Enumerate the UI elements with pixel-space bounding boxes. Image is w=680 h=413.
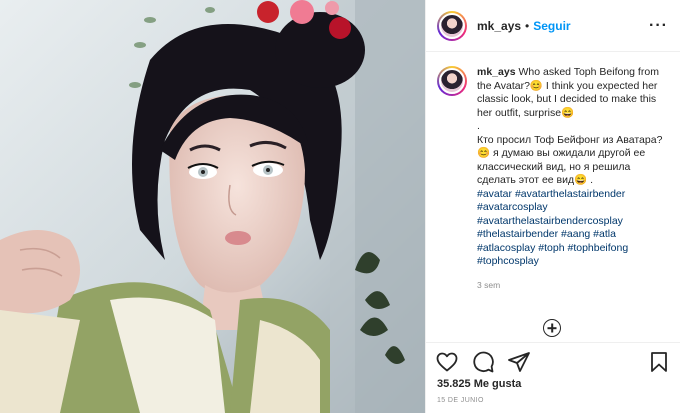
- hashtag-line[interactable]: #tophcosplay: [477, 255, 667, 269]
- caption-block: mk_ays Who asked Toph Beifong from the A…: [426, 52, 680, 292]
- plus-circle-icon[interactable]: [543, 319, 561, 337]
- post-header: mk_ays • Seguir ···: [426, 0, 680, 52]
- caption-avatar[interactable]: [437, 66, 467, 96]
- hashtag-line[interactable]: #atlacosplay #toph #tophbeifong: [477, 242, 667, 256]
- caption-text: mk_ays Who asked Toph Beifong from the A…: [477, 66, 667, 292]
- hashtag-line[interactable]: #avatar #avatarthelastairbender: [477, 188, 667, 202]
- avatar[interactable]: [437, 10, 467, 41]
- post-photo[interactable]: [0, 0, 425, 413]
- hashtag-line[interactable]: #avatarthelastairbendercosplay: [477, 215, 667, 229]
- separator-dot: •: [525, 18, 530, 33]
- post-side-panel: mk_ays • Seguir ··· mk_ays Who asked Top…: [425, 0, 680, 413]
- post-date[interactable]: 15 DE JUNIO: [437, 397, 484, 404]
- paper-plane-icon[interactable]: [507, 350, 531, 374]
- time-ago: 3 sem: [477, 279, 501, 290]
- comment-icon[interactable]: [471, 350, 495, 374]
- caption-username[interactable]: mk_ays: [477, 66, 516, 78]
- hashtag-line[interactable]: #avatarcosplay: [477, 201, 667, 215]
- action-bar: [426, 342, 680, 380]
- caption-line-2: .: [477, 120, 480, 132]
- follow-button[interactable]: Seguir: [533, 19, 570, 33]
- ellipsis-icon[interactable]: ···: [649, 17, 668, 35]
- caption-line-3: Кто просил Тоф Бейфонг из Аватара?😊 я ду…: [477, 133, 663, 187]
- heart-icon[interactable]: [435, 350, 459, 374]
- caption-body: mk_ays Who asked Toph Beifong from the A…: [477, 66, 659, 119]
- cosplay-photo-illustration: [0, 0, 425, 413]
- username-link[interactable]: mk_ays: [477, 19, 521, 33]
- likes-count[interactable]: 35.825 Me gusta: [437, 378, 521, 390]
- bookmark-icon[interactable]: [647, 350, 671, 374]
- hashtag-line[interactable]: #thelastairbender #aang #atla: [477, 228, 667, 242]
